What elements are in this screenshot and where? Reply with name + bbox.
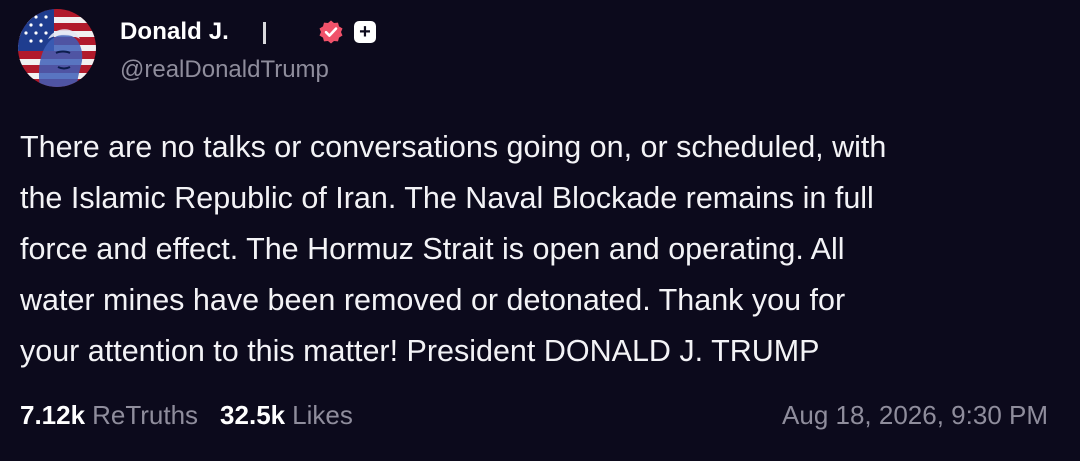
likes-label: Likes	[292, 399, 353, 430]
post-text-line: force and effect. The Hormuz Strait is o…	[20, 232, 845, 266]
post-text-line: your attention to this matter! President…	[20, 334, 820, 368]
post-text-line: There are no talks or conversations goin…	[20, 130, 887, 164]
likes-stat[interactable]: 32.5k Likes	[220, 400, 353, 431]
retruths-count: 7.12k	[20, 399, 86, 430]
post-timestamp[interactable]: Aug 18, 2026, 9:30 PM	[782, 400, 1048, 431]
post-text: There are no talks or conversations goin…	[20, 122, 1060, 377]
retruths-label: ReTruths	[92, 399, 199, 430]
follow-add-button[interactable]: +	[353, 21, 376, 43]
post-card: Donald J. + @realDonaldTrump There are n…	[0, 0, 1080, 461]
display-name[interactable]: Donald J.	[120, 18, 229, 46]
post-header: Donald J. + @realDonaldTrump	[120, 14, 376, 84]
post-text-line: the Islamic Republic of Iran. The Naval …	[20, 181, 874, 215]
likes-count: 32.5k	[220, 399, 286, 430]
verified-badge-icon	[319, 20, 343, 44]
post-text-line: water mines have been removed or detonat…	[20, 283, 846, 317]
avatar[interactable]	[18, 9, 96, 87]
name-row: Donald J. +	[120, 14, 376, 50]
post-footer: 7.12k ReTruths 32.5k Likes Aug 18, 2026,…	[20, 393, 1048, 437]
retruths-stat[interactable]: 7.12k ReTruths	[20, 400, 198, 431]
user-handle[interactable]: @realDonaldTrump	[120, 56, 376, 84]
avatar-image	[18, 9, 96, 87]
redacted-name-area	[230, 19, 316, 45]
